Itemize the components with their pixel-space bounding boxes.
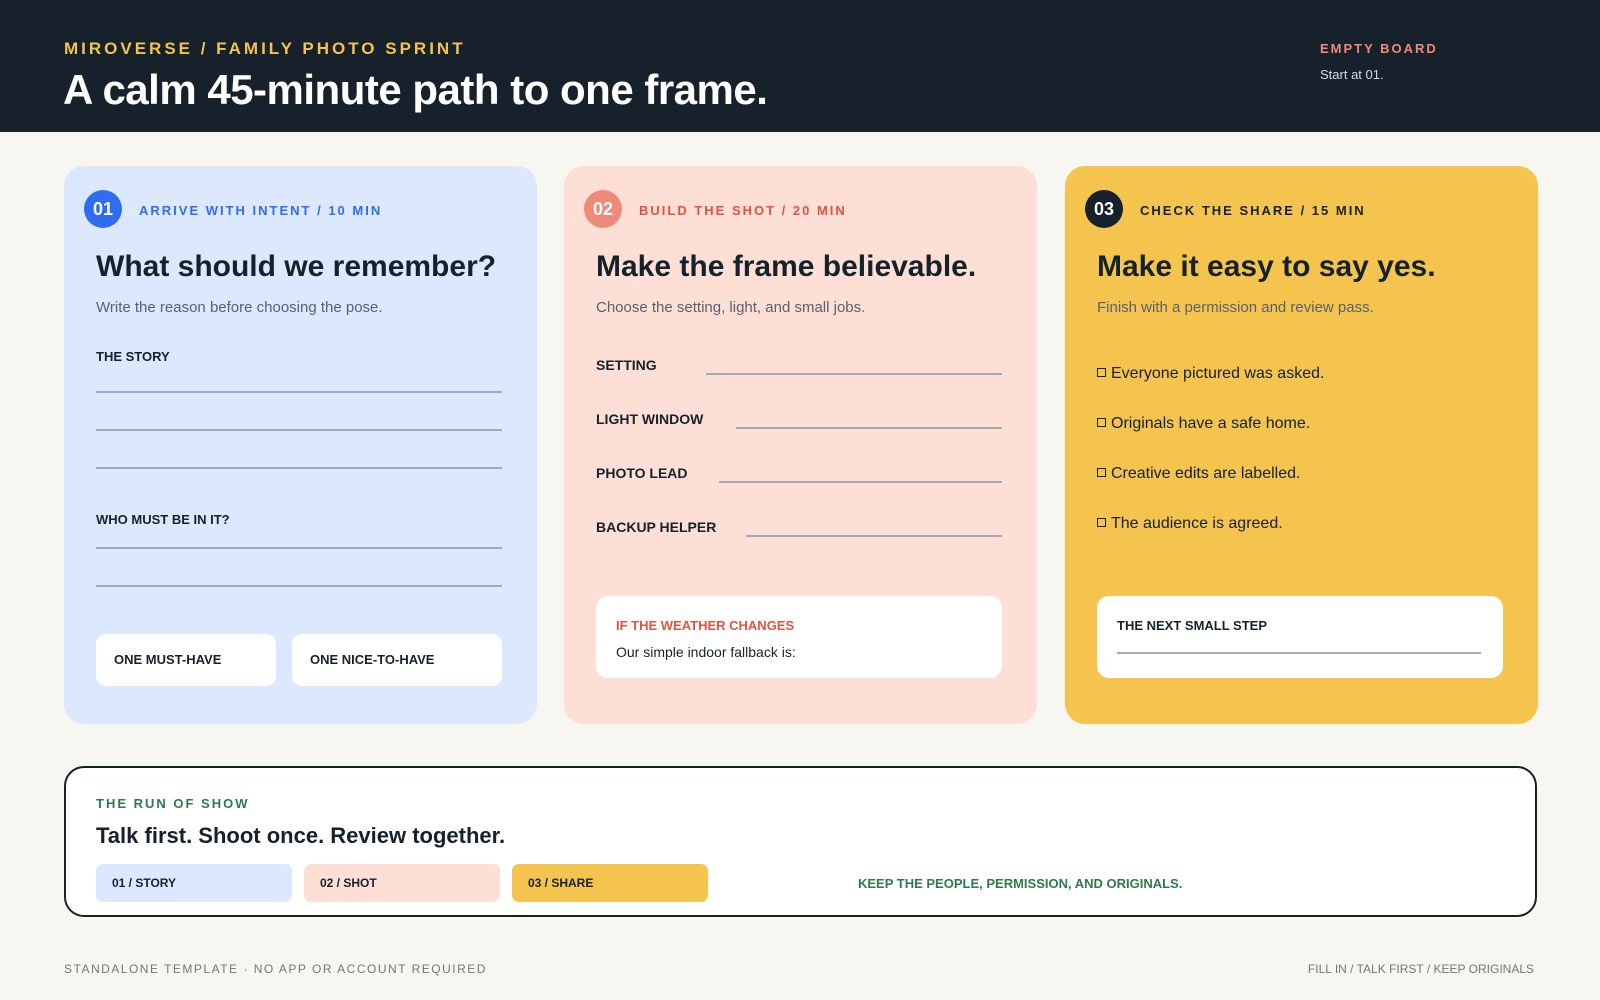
checklist-item[interactable]: Originals have a safe home.	[1097, 415, 1310, 433]
checklist-item-label: Originals have a safe home.	[1111, 415, 1311, 432]
step-number-badge: 03	[1085, 190, 1123, 228]
nice-to-have-chip[interactable]: ONE NICE-TO-HAVE	[292, 634, 502, 686]
who-line-1[interactable]	[96, 547, 502, 549]
pill-share[interactable]: 03 / SHARE	[512, 864, 708, 902]
next-step-title: THE NEXT SMALL STEP	[1117, 618, 1267, 633]
card-subtitle: Finish with a permission and review pass…	[1097, 299, 1374, 316]
checklist-item[interactable]: Creative edits are labelled.	[1097, 465, 1300, 483]
run-of-show-note: KEEP THE PEOPLE, PERMISSION, AND ORIGINA…	[858, 876, 1183, 891]
step-label: ARRIVE WITH INTENT / 10 MIN	[139, 203, 383, 218]
photo-lead-line[interactable]	[719, 481, 1002, 483]
checklist-item-label: Everyone pictured was asked.	[1111, 365, 1325, 382]
checklist-item-label: The audience is agreed.	[1111, 515, 1283, 532]
card-check-the-share: 03 CHECK THE SHARE / 15 MIN Make it easy…	[1065, 166, 1538, 724]
checklist-item[interactable]: The audience is agreed.	[1097, 515, 1283, 533]
page-title: A calm 45-minute path to one frame.	[63, 66, 768, 113]
status-badge: EMPTY BOARD	[1320, 41, 1438, 56]
must-have-chip[interactable]: ONE MUST-HAVE	[96, 634, 276, 686]
card-arrive-with-intent: 01 ARRIVE WITH INTENT / 10 MIN What shou…	[64, 166, 537, 724]
weather-note-text: Our simple indoor fallback is:	[616, 644, 796, 660]
next-step-line[interactable]	[1117, 652, 1481, 654]
run-of-show-panel: THE RUN OF SHOW Talk first. Shoot once. …	[64, 766, 1537, 917]
light-window-line[interactable]	[736, 427, 1002, 429]
card-heading: Make it easy to say yes.	[1097, 250, 1436, 283]
card-build-the-shot: 02 BUILD THE SHOT / 20 MIN Make the fram…	[564, 166, 1037, 724]
weather-note-title: IF THE WEATHER CHANGES	[616, 618, 795, 633]
footer-left: STANDALONE TEMPLATE · NO APP OR ACCOUNT …	[64, 962, 487, 976]
checkbox-icon[interactable]	[1097, 518, 1106, 527]
who-line-2[interactable]	[96, 585, 502, 587]
pill-shot[interactable]: 02 / SHOT	[304, 864, 500, 902]
card-subtitle: Choose the setting, light, and small job…	[596, 299, 866, 316]
who-label: WHO MUST BE IN IT?	[96, 512, 230, 527]
card-heading: What should we remember?	[96, 250, 497, 283]
weather-note-box: IF THE WEATHER CHANGES Our simple indoor…	[596, 596, 1002, 678]
story-line-1[interactable]	[96, 391, 502, 393]
checkbox-icon[interactable]	[1097, 368, 1106, 377]
checkbox-icon[interactable]	[1097, 418, 1106, 427]
photo-lead-label: PHOTO LEAD	[596, 465, 688, 481]
pill-story[interactable]: 01 / STORY	[96, 864, 292, 902]
header-bar: MIROVERSE / FAMILY PHOTO SPRINT A calm 4…	[0, 0, 1600, 132]
story-label: THE STORY	[96, 349, 170, 364]
status-text: Start at 01.	[1320, 67, 1384, 82]
story-line-2[interactable]	[96, 429, 502, 431]
backup-helper-label: BACKUP HELPER	[596, 519, 717, 535]
setting-line[interactable]	[706, 373, 1002, 375]
step-label: CHECK THE SHARE / 15 MIN	[1140, 203, 1366, 218]
checklist-item[interactable]: Everyone pictured was asked.	[1097, 365, 1324, 383]
step-label: BUILD THE SHOT / 20 MIN	[639, 203, 847, 218]
checklist-item-label: Creative edits are labelled.	[1111, 465, 1301, 482]
footer-right: FILL IN / TALK FIRST / KEEP ORIGINALS	[1307, 962, 1534, 976]
step-number-badge: 01	[84, 190, 122, 228]
next-step-box: THE NEXT SMALL STEP	[1097, 596, 1503, 678]
setting-label: SETTING	[596, 357, 657, 373]
story-line-3[interactable]	[96, 467, 502, 469]
backup-helper-line[interactable]	[746, 535, 1002, 537]
step-number-badge: 02	[584, 190, 622, 228]
light-window-label: LIGHT WINDOW	[596, 411, 704, 427]
run-of-show-title: Talk first. Shoot once. Review together.	[96, 823, 506, 848]
run-of-show-kicker: THE RUN OF SHOW	[96, 796, 250, 811]
header-kicker: MIROVERSE / FAMILY PHOTO SPRINT	[64, 39, 466, 58]
checkbox-icon[interactable]	[1097, 468, 1106, 477]
card-heading: Make the frame believable.	[596, 250, 977, 283]
card-subtitle: Write the reason before choosing the pos…	[96, 299, 383, 316]
